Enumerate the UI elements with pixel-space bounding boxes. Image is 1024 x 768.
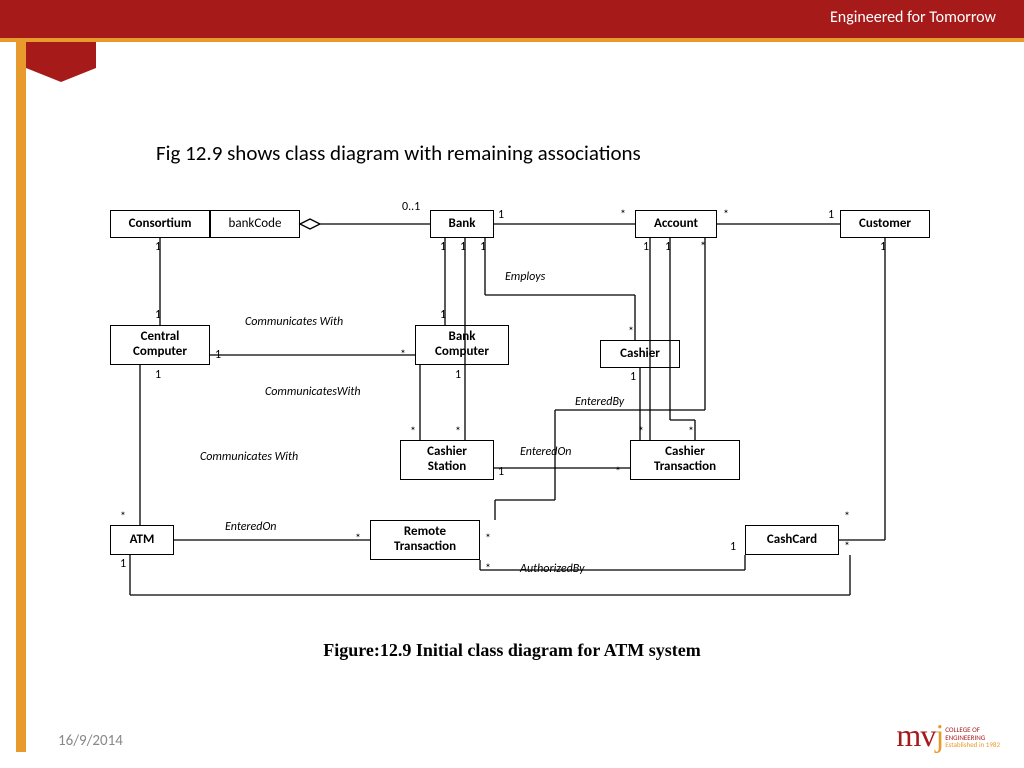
mult: 1	[455, 368, 461, 382]
diagram-lines	[100, 200, 970, 610]
header-bar: Engineered for Tomorrow	[0, 0, 1024, 38]
mult: *	[620, 208, 626, 222]
assoc-employs: Employs	[505, 270, 545, 284]
mult: 1	[120, 557, 126, 571]
mult: *	[700, 240, 706, 254]
mult: *	[615, 465, 621, 479]
mult: 1	[440, 240, 446, 254]
class-cashcard: CashCard	[745, 525, 839, 555]
mult: *	[844, 510, 850, 524]
mult: *	[723, 208, 729, 222]
assoc-communicates-with-1: Communicates With	[245, 315, 343, 329]
mult: 1	[498, 465, 504, 479]
mult: 1	[155, 368, 161, 382]
class-remote-transaction: Remote Transaction	[370, 520, 480, 560]
mult: *	[485, 532, 491, 546]
logo-subtitle: COLLEGE OF ENGINEERING Established in 19…	[945, 726, 1000, 749]
mult: *	[355, 532, 361, 546]
logo-text: mvj	[896, 717, 943, 754]
mult: *	[410, 425, 416, 439]
mult: 1	[480, 240, 486, 254]
class-cashier: Cashier	[600, 340, 680, 368]
assoc-entered-on-2: EnteredOn	[225, 520, 276, 534]
mult: 1	[498, 208, 504, 222]
class-atm: ATM	[110, 525, 174, 555]
footer-date: 16/9/2014	[58, 732, 123, 750]
mult: 1	[630, 370, 636, 384]
mult: 1	[440, 308, 446, 322]
mult: 1	[460, 240, 466, 254]
class-diagram: Consortium bankCode Bank Account Custome…	[100, 200, 970, 610]
mult: *	[688, 425, 694, 439]
mult: 1	[215, 348, 221, 362]
mult: *	[638, 425, 644, 439]
corner-notch	[26, 42, 96, 82]
mult: 1	[665, 240, 671, 254]
mult: 1	[828, 208, 834, 222]
class-consortium: Consortium	[110, 210, 210, 238]
mult: 1	[155, 240, 161, 254]
assoc-entered-by: EnteredBy	[575, 395, 624, 409]
class-cashier-station: Cashier Station	[400, 440, 494, 480]
page-title: Fig 12.9 shows class diagram with remain…	[156, 140, 641, 166]
header-tagline: Engineered for Tomorrow	[830, 8, 996, 27]
assoc-communicates-with-2: CommunicatesWith	[265, 385, 361, 399]
mult: 1	[643, 240, 649, 254]
class-bank: Bank	[430, 210, 494, 238]
mult: *	[400, 348, 406, 362]
mult: *	[844, 540, 850, 554]
class-account: Account	[635, 210, 717, 238]
mult: 0..1	[402, 200, 420, 214]
mult: *	[455, 425, 461, 439]
assoc-entered-on-1: EnteredOn	[520, 445, 571, 459]
mult: 1	[155, 308, 161, 322]
header-stripe	[0, 38, 1024, 42]
figure-caption: Figure:12.9 Initial class diagram for AT…	[0, 640, 1024, 661]
qualifier-bankcode: bankCode	[210, 210, 300, 238]
mult: 1	[880, 240, 886, 254]
mult: *	[628, 325, 634, 339]
assoc-authorized-by: AuthorizedBy	[520, 562, 585, 576]
logo: mvj COLLEGE OF ENGINEERING Established i…	[896, 717, 1000, 754]
class-central-computer: Central Computer	[110, 325, 210, 365]
assoc-communicates-with-3: Communicates With	[200, 450, 298, 464]
class-bank-computer: Bank Computer	[415, 325, 509, 365]
mult: *	[485, 562, 491, 576]
mult: 1	[730, 540, 736, 554]
class-cashier-transaction: Cashier Transaction	[630, 440, 740, 480]
class-customer: Customer	[840, 210, 930, 238]
mult: *	[120, 510, 126, 524]
